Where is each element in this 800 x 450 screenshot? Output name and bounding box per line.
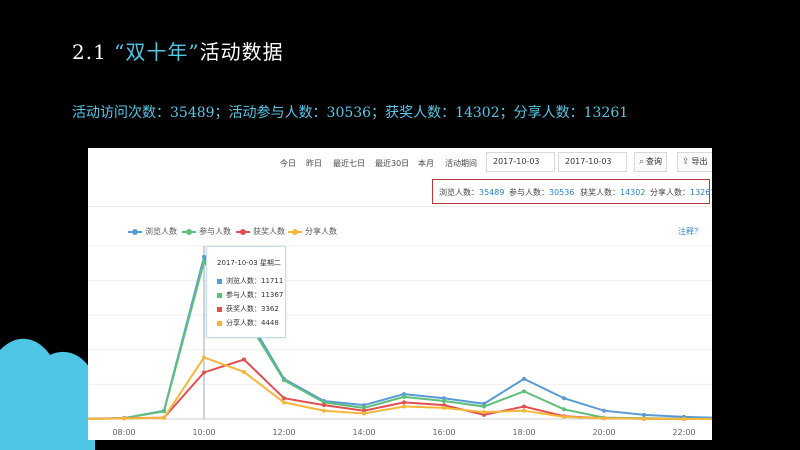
slide-title-quoted: “双十年” [114, 40, 200, 64]
tooltip-swatch-browse [217, 278, 222, 284]
data-point-share[interactable] [202, 355, 206, 360]
slide-title: 2.1 “双十年”活动数据 [72, 36, 284, 65]
data-point-share[interactable] [402, 404, 406, 409]
data-point-participate[interactable] [162, 409, 166, 414]
data-point-share[interactable] [642, 416, 646, 421]
tooltip-text-win: 获奖人数：3362 [226, 305, 279, 313]
data-point-share[interactable] [322, 408, 326, 413]
tooltip-swatch-participate [217, 292, 222, 298]
data-point-win[interactable] [322, 403, 326, 408]
x-tick-label: 10:00 [192, 428, 216, 437]
data-point-participate[interactable] [442, 399, 446, 404]
tooltip-text-share: 分享人数：4448 [226, 319, 279, 327]
data-point-browse[interactable] [522, 376, 526, 381]
x-tick-label: 22:00 [672, 428, 696, 437]
slide-title-number: 2.1 [72, 40, 107, 64]
analytics-panel: 今日 昨日 最近七日 最近30日 本月 活动期间 2017-10-03 2017… [88, 148, 712, 440]
data-point-browse[interactable] [642, 412, 646, 417]
data-point-win[interactable] [202, 370, 206, 375]
data-point-win[interactable] [402, 400, 406, 405]
data-point-share[interactable] [522, 408, 526, 413]
data-point-share[interactable] [482, 410, 486, 415]
data-point-participate[interactable] [562, 407, 566, 412]
data-point-share[interactable] [682, 417, 686, 421]
x-tick-label: 20:00 [592, 428, 616, 437]
tooltip-row-share: 分享人数：4448 [217, 318, 279, 328]
series-line-win[interactable] [88, 358, 712, 420]
x-tick-label: 08:00 [112, 428, 136, 437]
summary-line: 活动访问次数：35489；活动参与人数：30536；获奖人数：14302；分享人… [72, 105, 629, 121]
tooltip-row-participate: 参与人数：11367 [217, 290, 283, 300]
data-point-share[interactable] [362, 411, 366, 416]
data-point-win[interactable] [282, 396, 286, 401]
tooltip-row-browse: 浏览人数：11711 [217, 276, 283, 286]
tooltip-swatch-win [217, 306, 222, 312]
data-point-participate[interactable] [402, 394, 406, 399]
x-tick-label: 12:00 [272, 428, 296, 437]
data-point-share[interactable] [442, 405, 446, 410]
x-tick-label: 18:00 [512, 428, 536, 437]
x-tick-label: 14:00 [352, 428, 376, 437]
slide-title-text: 活动数据 [199, 40, 284, 64]
tooltip-swatch-share [217, 320, 222, 326]
tooltip-title: 2017-10-03 星期二 [217, 259, 281, 267]
chart-tooltip: 2017-10-03 星期二 浏览人数：11711 参与人数：11367 获奖人… [206, 246, 286, 338]
data-point-win[interactable] [242, 357, 246, 362]
data-point-share[interactable] [162, 415, 166, 420]
data-point-participate[interactable] [482, 404, 486, 409]
data-point-share[interactable] [562, 414, 566, 419]
x-tick-label: 16:00 [432, 428, 456, 437]
tooltip-text-participate: 参与人数：11367 [226, 291, 284, 299]
data-point-share[interactable] [282, 400, 286, 405]
line-chart [88, 245, 712, 421]
series-line-browse[interactable] [88, 254, 712, 420]
tooltip-row-win: 获奖人数：3362 [217, 304, 279, 314]
data-point-win[interactable] [522, 404, 526, 409]
series-line-share[interactable] [88, 356, 712, 420]
data-point-share[interactable] [242, 369, 246, 374]
data-point-share[interactable] [122, 416, 126, 421]
data-point-share[interactable] [602, 416, 606, 421]
data-point-browse[interactable] [562, 396, 566, 401]
data-point-participate[interactable] [522, 389, 526, 394]
data-point-browse[interactable] [602, 408, 606, 413]
data-point-participate[interactable] [282, 378, 286, 383]
tooltip-text-browse: 浏览人数：11711 [226, 277, 284, 285]
